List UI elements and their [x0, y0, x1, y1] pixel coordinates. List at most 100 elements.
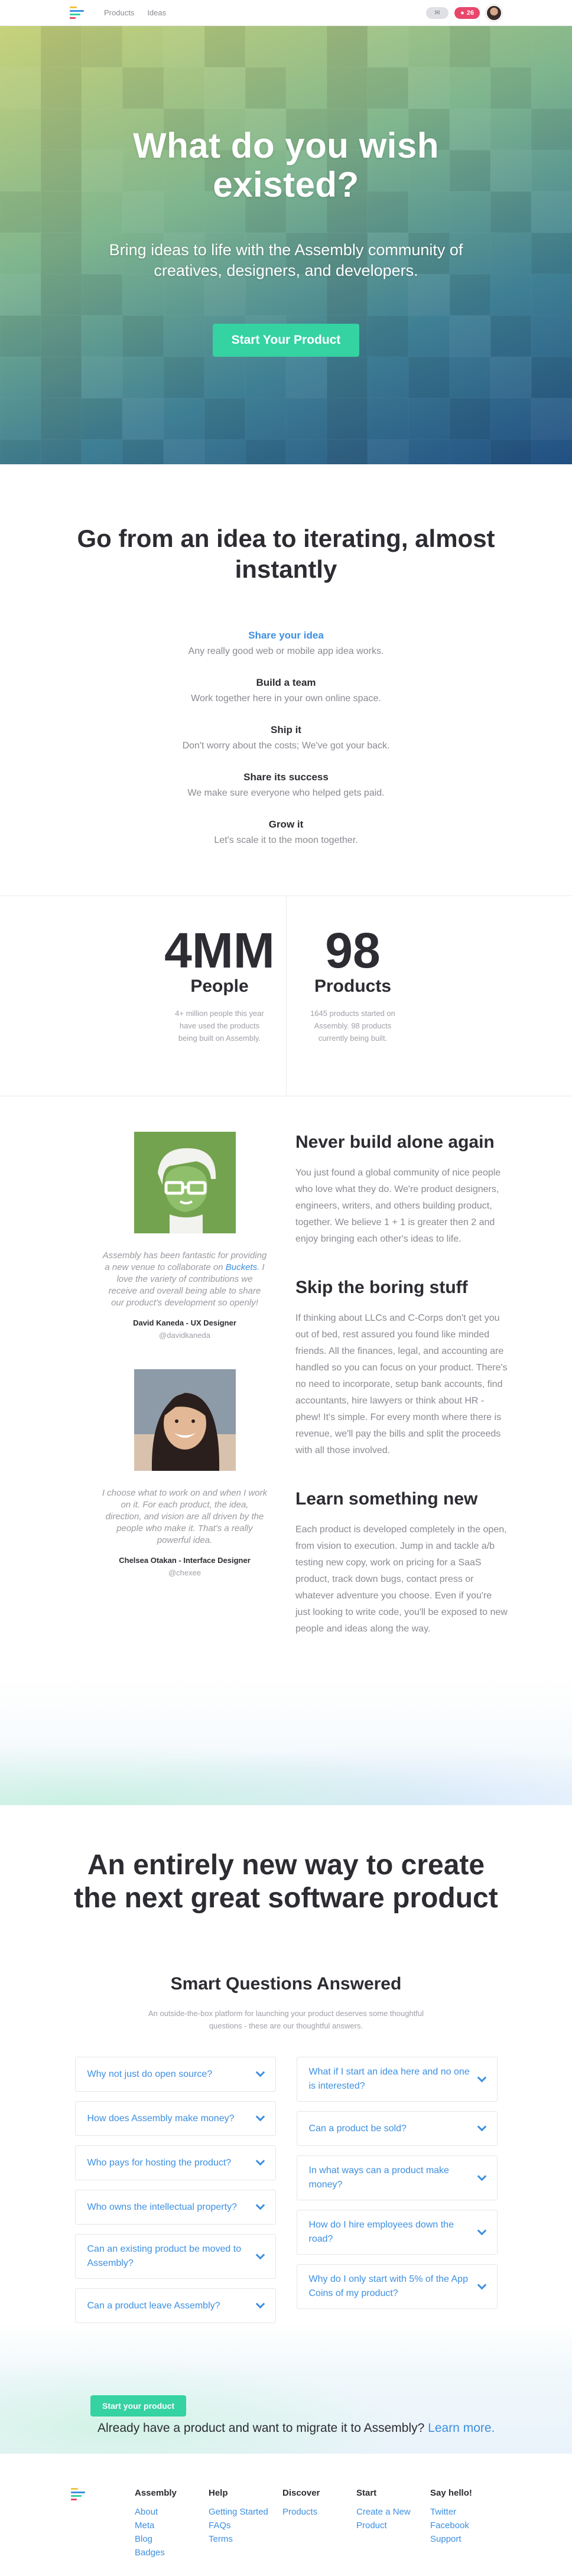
footer-link-terms[interactable]: Terms	[209, 2532, 282, 2546]
assembly-logo[interactable]	[70, 6, 87, 19]
migrate-section: Start your product Already have a produc…	[0, 2323, 572, 2454]
step-title: Ship it	[271, 724, 301, 735]
footer-link-create-product[interactable]: Create a New Product	[356, 2505, 430, 2532]
footer-col-start: Start Create a New Product	[356, 2488, 430, 2534]
feature-title: Learn something new	[295, 1489, 478, 1509]
footer-col-title: Help	[209, 2488, 228, 2498]
chevron-down-icon	[477, 2073, 486, 2082]
chevron-down-icon	[255, 2156, 265, 2166]
stat-label: Products	[314, 976, 392, 996]
faq-item[interactable]: What if I start an idea here and no one …	[296, 2057, 498, 2102]
footer-link-about[interactable]: About	[135, 2505, 209, 2519]
notifications-count: 26	[466, 9, 474, 17]
faq-item[interactable]: Who owns the intellectual property?	[74, 2190, 276, 2225]
stat-label: People	[190, 976, 249, 996]
feature-text: You just found a global community of nic…	[295, 1168, 501, 1244]
step-title: Build a team	[256, 677, 316, 688]
footer-link-twitter[interactable]: Twitter	[430, 2505, 504, 2519]
steps-section: Go from an idea to iterating, almost ins…	[0, 464, 572, 895]
footer-link-blog[interactable]: Blog	[135, 2532, 209, 2546]
faq-section: An entirely new way to create the next g…	[0, 1805, 572, 2323]
faq-column-right: What if I start an idea here and no one …	[296, 2057, 498, 2323]
bell-icon: ●	[460, 9, 464, 17]
migrate-text: Already have a product and want to migra…	[98, 2421, 495, 2435]
footer-link-products[interactable]: Products	[282, 2505, 356, 2519]
testimonial-quote: Assembly has been fantastic for providin…	[102, 1250, 267, 1308]
faq-item[interactable]: Who pays for hosting the product?	[74, 2145, 276, 2180]
faq-item[interactable]: Why do I only start with 5% of the App C…	[296, 2264, 498, 2309]
step-title: Grow it	[268, 819, 304, 830]
faq-item[interactable]: Can a product leave Assembly?	[74, 2288, 276, 2323]
step-text: Any really good web or mobile app idea w…	[188, 646, 384, 656]
start-your-product-button[interactable]: Start your product	[90, 2395, 187, 2417]
faq-item[interactable]: In what ways can a product make money?	[296, 2155, 498, 2200]
stat-description: 1645 products started on Assembly. 98 pr…	[310, 1009, 395, 1043]
step-build-team[interactable]: Build a team Work together here in your …	[0, 677, 572, 704]
chevron-down-icon	[255, 2200, 265, 2210]
faq-item[interactable]: How do I hire employees down the road?	[296, 2210, 498, 2255]
footer-col-say-hello: Say hello! Twitter Facebook Support	[430, 2488, 504, 2544]
start-product-button[interactable]: Start Your Product	[212, 324, 360, 357]
step-share-idea[interactable]: Share your idea Any really good web or m…	[0, 630, 572, 657]
chevron-down-icon	[477, 2122, 486, 2132]
hero-subtitle: Bring ideas to life with the Assembly co…	[109, 241, 463, 279]
footer-link-faqs[interactable]: FAQs	[209, 2519, 282, 2532]
step-text: We make sure everyone who helped gets pa…	[187, 788, 385, 798]
mail-icon: ✉	[434, 9, 440, 17]
footer-link-meta[interactable]: Meta	[135, 2519, 209, 2532]
testimonial-handle[interactable]: @davidkaneda	[92, 1331, 278, 1340]
step-text: Don't worry about the costs; We've got y…	[182, 741, 390, 751]
footer-link-badges[interactable]: Badges	[135, 2546, 209, 2559]
stat-description: 4+ million people this year have used th…	[175, 1009, 264, 1043]
nav-link-products[interactable]: Products	[104, 8, 134, 17]
feature-text: If thinking about LLCs and C-Corps don't…	[295, 1313, 508, 1455]
nav-link-ideas[interactable]: Ideas	[147, 8, 166, 17]
footer-col-assembly: Assembly About Meta Blog Badges	[135, 2488, 209, 2558]
chevron-down-icon	[477, 2280, 486, 2290]
stat-number: 4MM	[164, 923, 275, 978]
feature-title: Skip the boring stuff	[295, 1278, 468, 1297]
user-avatar[interactable]	[486, 4, 502, 21]
features-section: Assembly has been fantastic for providin…	[0, 1096, 572, 1805]
top-nav: Products Ideas ✉ ● 26	[0, 0, 572, 26]
faq-item[interactable]: Can an existing product be moved to Asse…	[74, 2234, 276, 2279]
testimonial-name: Chelsea Otakan - Interface Designer	[119, 1556, 251, 1565]
testimonial-handle[interactable]: @chexee	[92, 1568, 278, 1577]
footer-col-title: Say hello!	[430, 2488, 472, 2498]
faq-item[interactable]: Why not just do open source?	[74, 2057, 276, 2092]
stat-people: 4MM People 4+ million people this year h…	[153, 896, 286, 1096]
notifications-badge[interactable]: ● 26	[454, 6, 480, 19]
feature-copy: Never build alone again You just found a…	[295, 1132, 508, 1805]
stat-number: 98	[325, 923, 381, 978]
steps-heading: Go from an idea to iterating, almost ins…	[77, 525, 495, 583]
feature-title: Never build alone again	[295, 1132, 495, 1152]
chevron-down-icon	[255, 2112, 265, 2122]
hero-section: What do you wish existed? Bring ideas to…	[0, 26, 572, 464]
testimonial-photo-chelsea	[134, 1369, 236, 1471]
footer: Assembly About Meta Blog Badges Help Get…	[0, 2454, 572, 2570]
faq-subtitle: An outside-the-box platform for launchin…	[148, 2009, 424, 2030]
faq-item[interactable]: How does Assembly make money?	[74, 2101, 276, 2136]
footer-col-discover: Discover Products	[282, 2488, 356, 2534]
step-grow-it[interactable]: Grow it Let's scale it to the moon toget…	[0, 819, 572, 846]
step-text: Let's scale it to the moon together.	[214, 835, 358, 845]
step-share-success[interactable]: Share its success We make sure everyone …	[0, 771, 572, 799]
hero-title: What do you wish existed?	[133, 126, 439, 204]
step-title: Share its success	[243, 771, 329, 783]
footer-link-facebook[interactable]: Facebook	[430, 2519, 504, 2532]
stats-section: 4MM People 4+ million people this year h…	[0, 895, 572, 1096]
faq-title: Smart Questions Answered	[170, 1974, 402, 1994]
messages-pill[interactable]: ✉	[426, 6, 449, 19]
buckets-link[interactable]: Buckets	[226, 1262, 257, 1272]
faq-item[interactable]: Can a product be sold?	[296, 2111, 498, 2146]
faq-column-left: Why not just do open source? How does As…	[74, 2057, 276, 2323]
footer-link-getting-started[interactable]: Getting Started	[209, 2505, 282, 2519]
footer-col-title: Start	[356, 2488, 377, 2498]
chevron-down-icon	[255, 2067, 265, 2077]
chevron-down-icon	[477, 2226, 486, 2235]
step-ship-it[interactable]: Ship it Don't worry about the costs; We'…	[0, 724, 572, 751]
learn-more-link[interactable]: Learn more.	[428, 2421, 495, 2435]
footer-col-title: Discover	[282, 2488, 320, 2498]
footer-logo[interactable]	[71, 2488, 89, 2534]
footer-link-support[interactable]: Support	[430, 2532, 504, 2546]
